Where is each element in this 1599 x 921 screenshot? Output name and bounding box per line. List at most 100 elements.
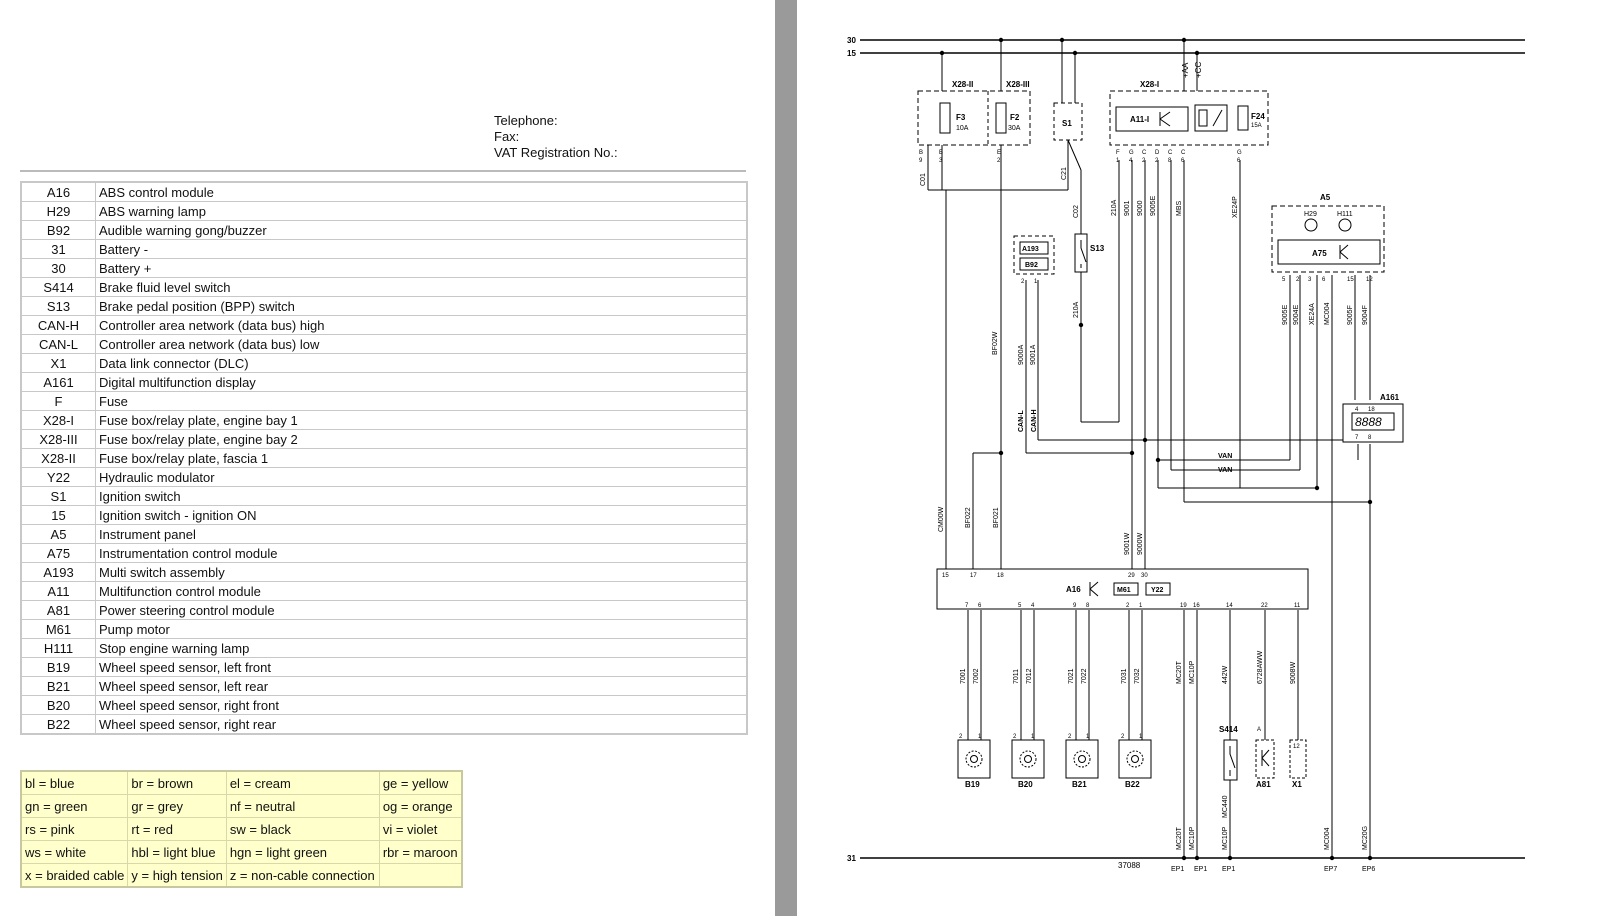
- legend-code: A193: [20, 562, 96, 582]
- wire-label: MC440: [1222, 795, 1229, 818]
- pin-label: 22: [1261, 603, 1268, 609]
- earth-label: EP7: [1324, 866, 1337, 873]
- pin-label: F: [1116, 150, 1120, 156]
- legend-code: A5: [20, 524, 96, 544]
- color-code-cell: el = cream: [225, 770, 380, 795]
- s13-label: S13: [1090, 244, 1105, 253]
- b20-label: B20: [1018, 780, 1033, 789]
- legend-code: X28-I: [20, 410, 96, 430]
- legend-row: CAN-H Controller area network (data bus) …: [20, 315, 748, 335]
- wiring-diagram: 30 15 31 37088 +AA +CC X28-II X28-III F3…: [847, 36, 1525, 873]
- a193-label: A193: [1022, 246, 1039, 253]
- fusebox-x28-i: X28-I A11-I F24 15A F 1 G 4 C 2 D 2 C 8 …: [1109, 80, 1269, 164]
- legend-code: M61: [20, 619, 96, 639]
- legend-description: Brake fluid level switch: [95, 277, 748, 297]
- color-code-cell: sw = black: [225, 817, 380, 841]
- a16-label: A16: [1066, 585, 1081, 594]
- legend-description: Digital multifunction display: [95, 372, 748, 392]
- a81-label: A81: [1256, 780, 1271, 789]
- a161-digits: 8888: [1355, 415, 1382, 429]
- legend-code: CAN-L: [20, 334, 96, 354]
- wheel-sensor-b21: B21 2 1: [1065, 734, 1099, 789]
- wire-label: MC20T: [1176, 826, 1183, 850]
- wheel-sensor-b19: B19 2 1: [957, 734, 991, 789]
- legend-description: Wheel speed sensor, left front: [95, 657, 748, 677]
- can-l-label: CAN-L: [1018, 410, 1025, 432]
- wire-label: MC004: [1324, 827, 1331, 850]
- earth-label: EP1: [1222, 866, 1235, 873]
- vat-label: VAT Registration No.:: [494, 145, 618, 160]
- legend-code: 31: [20, 239, 96, 259]
- earth-label: EP1: [1194, 866, 1207, 873]
- legend-row: A11 Multifunction control module: [20, 581, 748, 601]
- multi-switch-a193: A193 B92 2 1: [1013, 235, 1055, 285]
- wire-label: 9004F: [1362, 305, 1369, 325]
- legend-description: Data link connector (DLC): [95, 353, 748, 373]
- color-code-cell: ge = yellow: [378, 770, 463, 795]
- fax-label: Fax:: [494, 129, 520, 144]
- wheel-sensor-b20: B20 2 1: [1011, 734, 1045, 789]
- wire-label: 9005F: [1347, 305, 1354, 325]
- color-code-row: gn = green gr = grey nf = neutral og = oran…: [20, 794, 463, 818]
- b21-label: B21: [1072, 780, 1087, 789]
- legend-description: ABS warning lamp: [95, 201, 748, 221]
- wire-color-code-table: bl = blue br = brown el = cream ge = yellow…: [20, 770, 463, 888]
- legend-row: B92 Audible warning gong/buzzer: [20, 220, 748, 240]
- pin-label: 6: [1322, 277, 1326, 283]
- multifunction-display-a161: A161 8888 4 18 7 8: [1342, 393, 1404, 443]
- wheel-sensors: B19 2 1 B20 2 1 B21 2 1 B22 2 1: [957, 734, 1152, 789]
- color-code-cell: vi = violet: [378, 817, 463, 841]
- legend-code: H29: [20, 201, 96, 221]
- legend-description: Battery +: [95, 258, 748, 278]
- wire-label: MC20T: [1176, 660, 1183, 684]
- legend-code: S1: [20, 486, 96, 506]
- pin-label: 12: [1293, 744, 1300, 750]
- color-code-row: bl = blue br = brown el = cream ge = yellow: [20, 770, 463, 795]
- x28-i-label: X28-I: [1140, 80, 1159, 89]
- legend-code: X28-III: [20, 429, 96, 449]
- a5-label: A5: [1320, 193, 1331, 202]
- can-h-label: CAN-H: [1031, 409, 1038, 432]
- legend-row: A75 Instrumentation control module: [20, 543, 748, 563]
- pin-label: 2: [1021, 279, 1025, 285]
- wire-label: 9004E: [1293, 304, 1300, 325]
- ignition-switch-s1: S1: [1053, 102, 1083, 141]
- pin-label: C: [1181, 150, 1186, 156]
- wire-label: 210A: [1073, 301, 1080, 318]
- wire-label: BF022: [965, 507, 972, 528]
- legend-description: Controller area network (data bus) high: [95, 315, 748, 335]
- rail-15-label: 15: [847, 49, 856, 58]
- telephone-label: Telephone:: [494, 113, 558, 128]
- legend-description: Instrumentation control module: [95, 543, 748, 563]
- color-code-cell: br = brown: [127, 770, 227, 795]
- pin-label: 2: [1121, 734, 1125, 740]
- wire-label: C02: [1073, 205, 1080, 218]
- pin-label: 9: [919, 158, 923, 164]
- h29-label: H29: [1304, 211, 1317, 218]
- wire-label: 6728AWW: [1257, 650, 1264, 684]
- rail-30-label: 30: [847, 36, 856, 45]
- data-link-connector-x1: X1 12: [1289, 739, 1307, 789]
- color-code-cell: bl = blue: [20, 770, 129, 795]
- supply-cc-label: +CC: [1194, 62, 1203, 78]
- wire-label: 9001W: [1124, 532, 1131, 555]
- legend-code: A161: [20, 372, 96, 392]
- diagram-number: 37088: [1118, 861, 1141, 870]
- legend-description: Controller area network (data bus) low: [95, 334, 748, 354]
- supply-aa-label: +AA: [1181, 62, 1190, 78]
- s414-label: S414: [1219, 725, 1238, 734]
- legend-row: H111 Stop engine warning lamp: [20, 638, 748, 658]
- pin-label: 1: [1034, 279, 1038, 285]
- instrument-panel-a5: A5 H29 H111 A75 5 2 3 6 15 12: [1271, 193, 1385, 283]
- legend-row: X28-II Fuse box/relay plate, fascia 1: [20, 448, 748, 468]
- color-code-cell: y = high tension: [127, 863, 227, 888]
- m61-label: M61: [1117, 587, 1131, 594]
- h111-label: H111: [1337, 211, 1353, 218]
- wire-label: MBS: [1176, 201, 1183, 217]
- pin-label: 5: [1282, 277, 1286, 283]
- a11-label: A11-I: [1130, 115, 1149, 124]
- legend-description: Ignition switch: [95, 486, 748, 506]
- color-code-cell: z = non-cable connection: [225, 863, 380, 888]
- legend-code: B19: [20, 657, 96, 677]
- h111-lamp-icon: [1338, 218, 1352, 232]
